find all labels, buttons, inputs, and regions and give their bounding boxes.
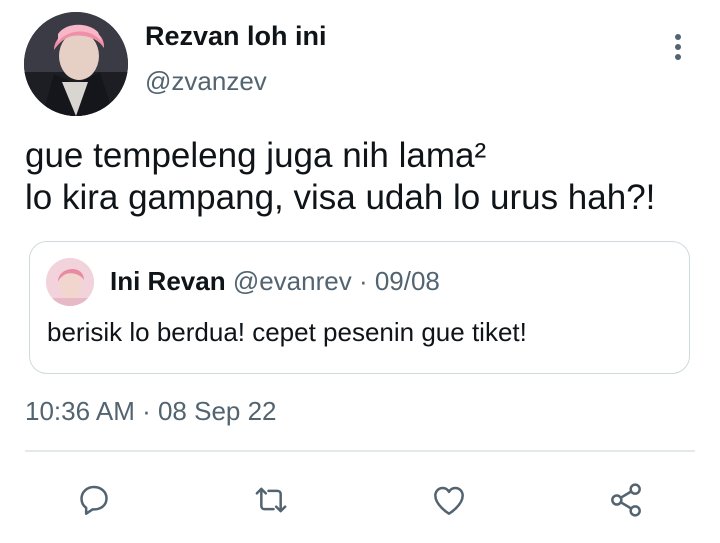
retweet-button[interactable] [249,478,293,522]
speech-bubble-icon [80,485,108,515]
quoted-meta: @evanrev · 09/08 [232,266,440,296]
author-handle[interactable]: @zvanzev [145,66,267,97]
author-avatar[interactable] [24,12,128,116]
tweet-text: gue tempeleng juga nih lama² lo kira gam… [25,135,655,219]
reply-button[interactable] [72,478,116,522]
retweet-arrows-icon [255,487,287,513]
quoted-author-name: Ini Revan [110,266,226,296]
share-nodes-icon [611,483,641,517]
more-options-icon [675,34,681,40]
like-button[interactable] [427,478,471,522]
more-options-dot [675,44,681,50]
tweet-text-line: gue tempeleng juga nih lama² [25,136,487,175]
avatar-photo [24,12,128,116]
heart-icon [434,486,464,515]
share-button[interactable] [604,478,648,522]
divider [25,450,695,452]
quoted-tweet-card[interactable]: Ini Revan @evanrev · 09/08 berisik lo be… [29,241,690,374]
quoted-header: Ini Revan @evanrev · 09/08 [110,266,440,297]
quoted-tweet-text: berisik lo berdua! cepet pesenin gue tik… [47,317,527,347]
tweet-timestamp[interactable]: 10:36 AM · 08 Sep 22 [25,396,277,427]
quoted-avatar-photo [46,258,94,306]
more-options-button[interactable] [664,30,692,64]
more-options-dot [675,54,681,60]
quoted-author-avatar [46,258,94,306]
tweet-text-line: lo kira gampang, visa udah lo urus hah?! [25,178,656,217]
author-display-name[interactable]: Rezvan loh ini [145,21,327,52]
